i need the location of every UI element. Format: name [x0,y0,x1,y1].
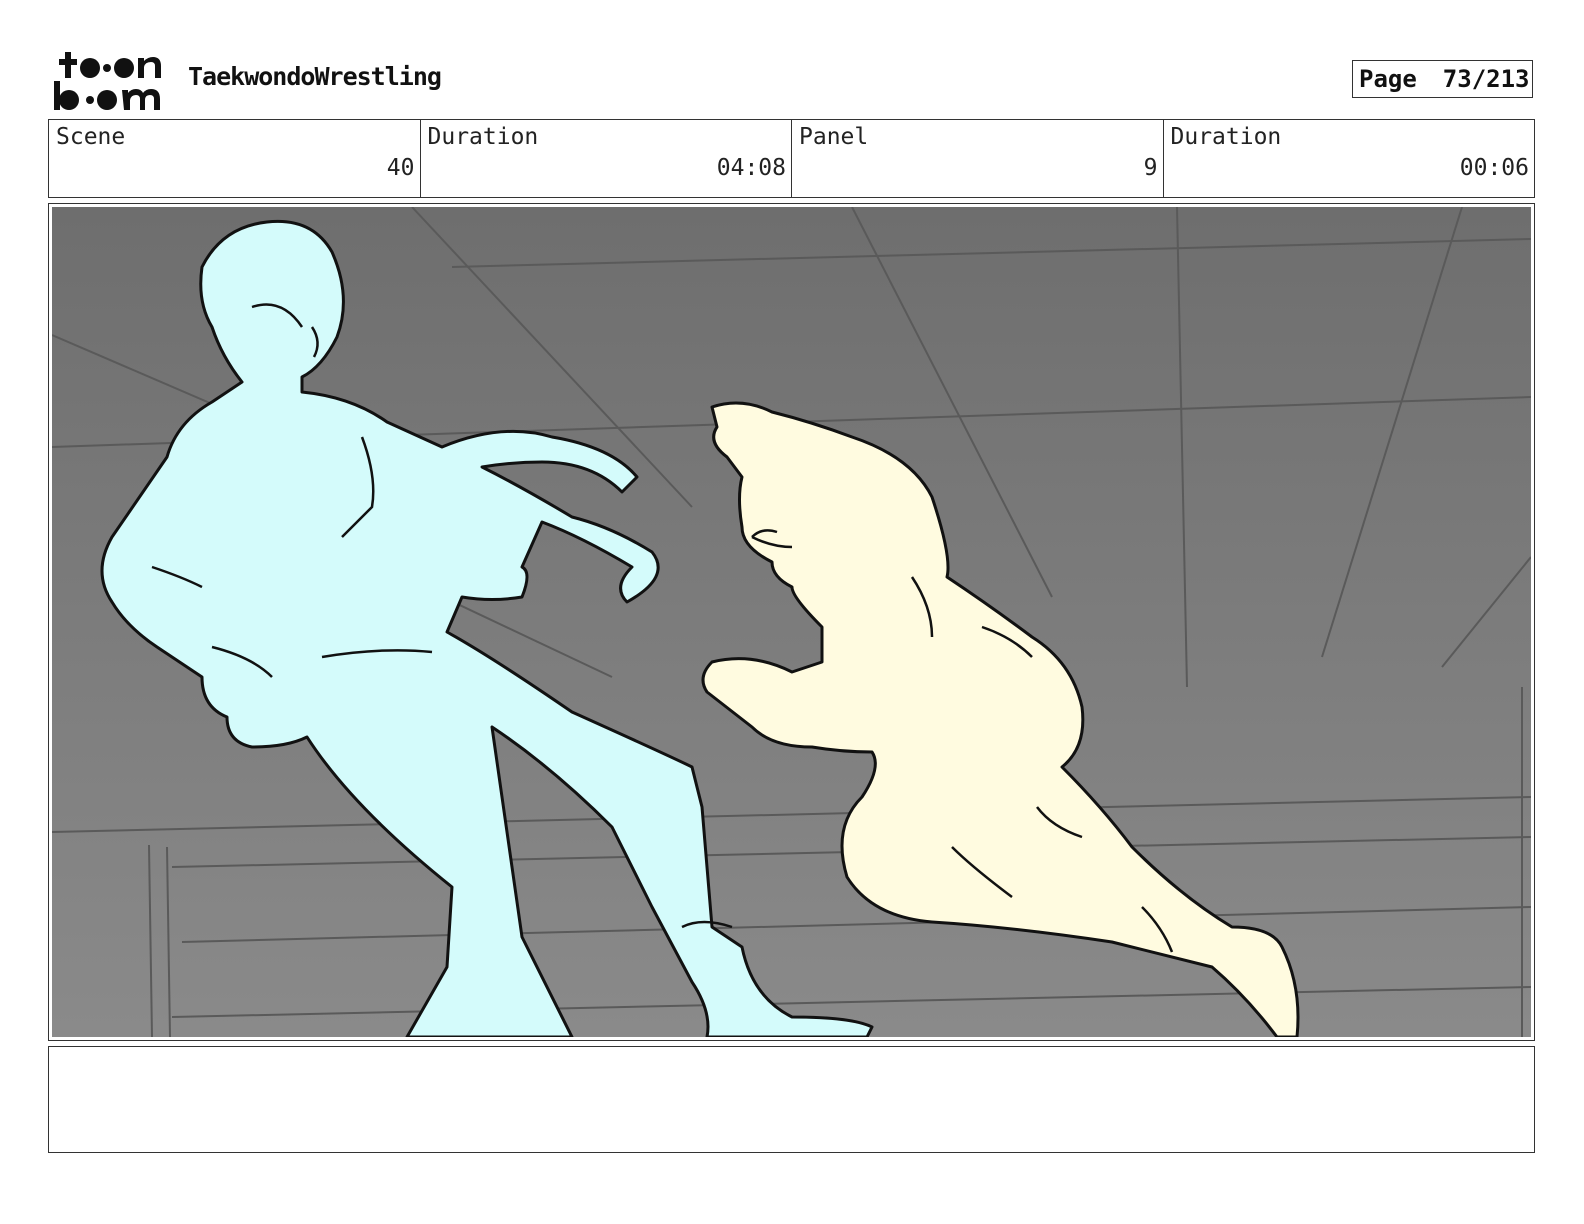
panel-duration-label: Duration [1170,124,1282,150]
page-number: 73/213 [1442,65,1530,93]
page-label: Page [1359,65,1417,93]
scene-info-table: Scene 40 Duration 04:08 Panel 9 Duration… [48,119,1535,198]
scene-duration-value: 04:08 [716,155,786,181]
panel-duration-cell: Duration 00:06 [1164,120,1535,197]
panel-notes-box [48,1046,1535,1153]
project-title: TaekwondoWrestling [188,62,442,91]
panel-drawing [52,207,1531,1037]
toonboom-logo [54,52,161,110]
panel-cell: Panel 9 [792,120,1164,197]
scene-cell: Scene 40 [49,120,421,197]
scene-duration-label: Duration [427,124,539,150]
page-indicator: Page 73/213 [1352,60,1533,98]
scene-label: Scene [56,124,126,150]
scene-value: 40 [386,155,415,181]
panel-value: 9 [1143,155,1158,181]
panel-label: Panel [799,124,869,150]
panel-duration-value: 00:06 [1459,155,1529,181]
storyboard-panel [48,203,1535,1041]
scene-duration-cell: Duration 04:08 [421,120,792,197]
